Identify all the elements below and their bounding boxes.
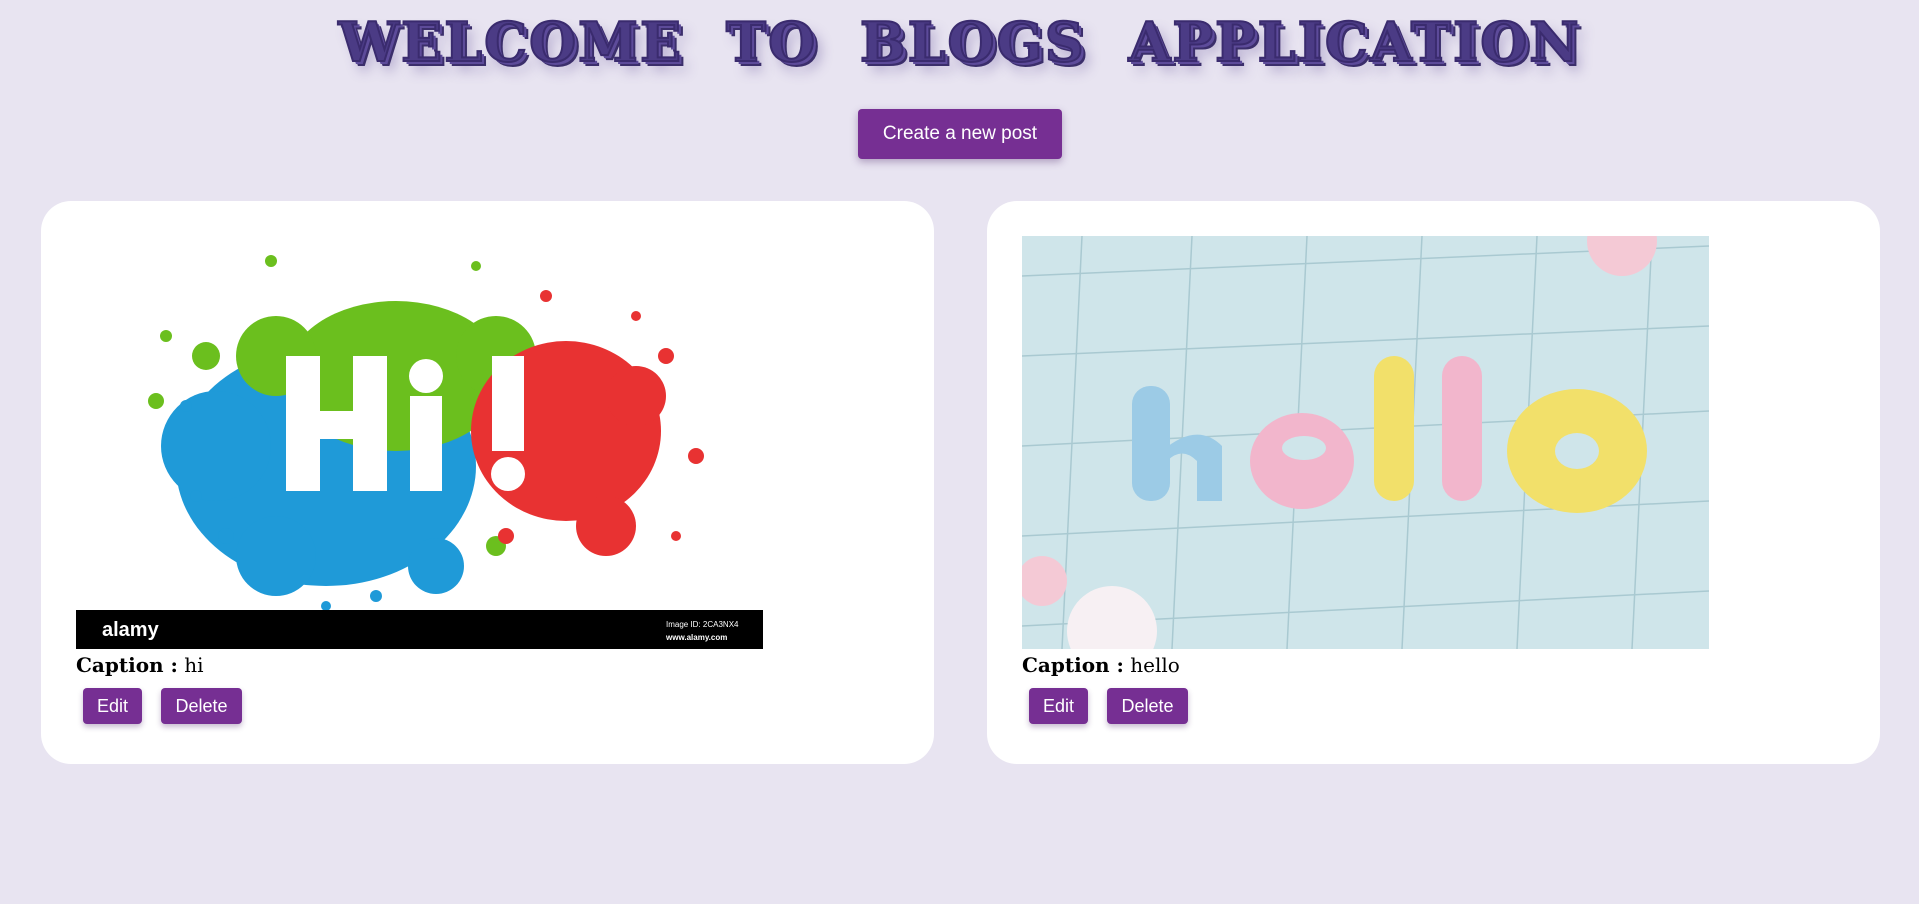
post-image — [1022, 236, 1709, 649]
delete-button[interactable]: Delete — [161, 688, 242, 724]
hello-letters-image — [1022, 236, 1709, 649]
caption-label: Caption : — [76, 653, 178, 677]
post-image: alamy Image ID: 2CA3NX4 www.alamy.com — [76, 236, 763, 649]
post-card: Caption : hello Edit Delete — [987, 201, 1880, 764]
caption-label: Caption : — [1022, 653, 1124, 677]
create-post-button[interactable]: Create a new post — [858, 109, 1062, 159]
page-title: WELCOME TO BLOGS APPLICATION — [337, 9, 1581, 75]
post-caption: Caption : hi — [76, 653, 204, 677]
post-caption: Caption : hello — [1022, 653, 1180, 677]
hi-splash-image: alamy Image ID: 2CA3NX4 www.alamy.com — [76, 236, 763, 649]
edit-button[interactable]: Edit — [1029, 688, 1088, 724]
caption-value: hi — [184, 653, 204, 677]
delete-button[interactable]: Delete — [1107, 688, 1188, 724]
edit-button[interactable]: Edit — [83, 688, 142, 724]
caption-value: hello — [1130, 653, 1180, 677]
svg-text:www.alamy.com: www.alamy.com — [665, 633, 727, 642]
svg-text:Image ID: 2CA3NX4: Image ID: 2CA3NX4 — [666, 620, 739, 629]
post-card: alamy Image ID: 2CA3NX4 www.alamy.com Ca… — [41, 201, 934, 764]
watermark-text: alamy — [102, 619, 160, 641]
